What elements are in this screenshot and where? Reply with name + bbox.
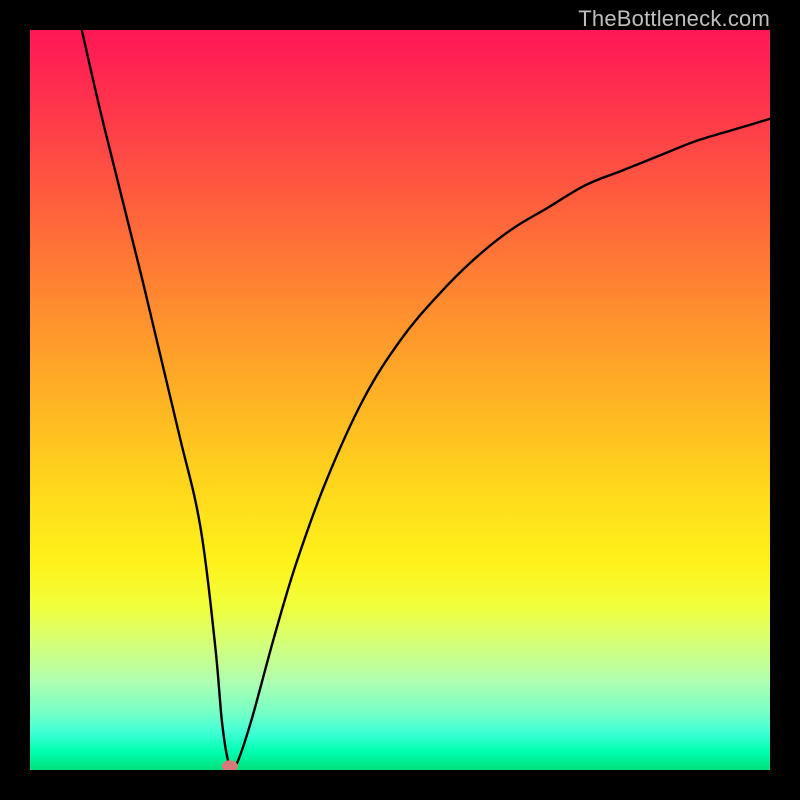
minimum-marker xyxy=(222,760,238,770)
bottleneck-curve-path xyxy=(82,30,770,770)
watermark-label: TheBottleneck.com xyxy=(578,6,770,32)
bottleneck-curve-svg xyxy=(30,30,770,770)
chart-frame: TheBottleneck.com xyxy=(0,0,800,800)
plot-area xyxy=(30,30,770,770)
